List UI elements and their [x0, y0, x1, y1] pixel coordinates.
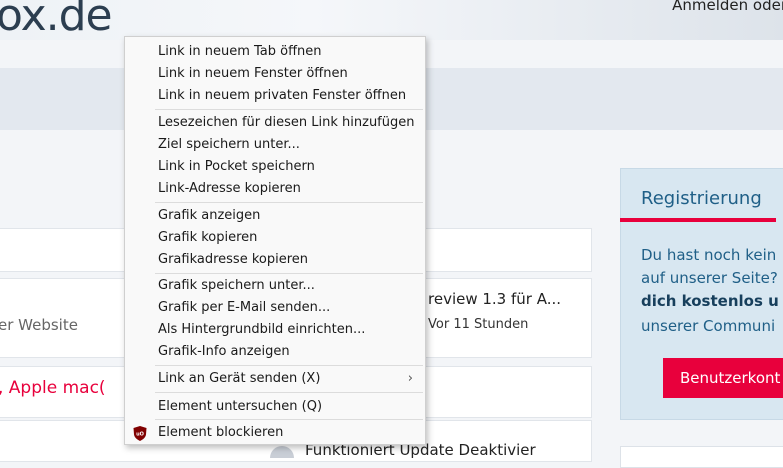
- submenu-arrow-icon: ›: [407, 371, 413, 386]
- menu-item-open-private-window[interactable]: Link in neuem privaten Fenster öffnen: [125, 85, 425, 107]
- menu-item-email-image[interactable]: Grafik per E-Mail senden...: [125, 297, 425, 319]
- menu-separator: [155, 202, 423, 203]
- ublock-origin-icon: uO: [133, 426, 147, 441]
- context-menu: Link in neuem Tab öffnen Link in neuem F…: [124, 36, 426, 445]
- menu-item-copy-image[interactable]: Grafik kopieren: [125, 227, 425, 249]
- site-logo[interactable]: ox.de: [0, 0, 113, 40]
- menu-item-set-as-background[interactable]: Als Hintergrundbild einrichten...: [125, 319, 425, 341]
- thread-timestamp: Vor 11 Stunden: [428, 317, 529, 332]
- title-underline: [620, 218, 776, 222]
- menu-item-label: Grafik kopieren: [158, 230, 258, 245]
- site-header: ox.de Anmelden oder: [0, 0, 783, 40]
- menu-separator: [155, 365, 423, 366]
- create-account-button[interactable]: Benutzerkont: [663, 358, 783, 398]
- menu-item-copy-image-address[interactable]: Grafikadresse kopieren: [125, 249, 425, 271]
- menu-item-label: Als Hintergrundbild einrichten...: [158, 322, 366, 337]
- menu-item-label: Element untersuchen (Q): [158, 399, 323, 414]
- menu-item-label: Grafik anzeigen: [158, 208, 261, 223]
- menu-item-label: Link-Adresse kopieren: [158, 181, 301, 196]
- menu-item-send-to-device[interactable]: Link an Gerät senden (X) ›: [125, 368, 425, 390]
- card-excerpt: er Website: [0, 316, 78, 334]
- registration-title: Registrierung: [641, 188, 762, 209]
- menu-item-bookmark-link[interactable]: Lesezeichen für diesen Link hinzufügen: [125, 112, 425, 134]
- registration-text: Du hast noch kein: [641, 246, 777, 264]
- menu-separator: [155, 392, 423, 393]
- registration-text: unserer Communi: [641, 317, 776, 335]
- menu-item-block-element[interactable]: uO Element blockieren: [125, 422, 425, 444]
- menu-item-label: Grafik-Info anzeigen: [158, 344, 290, 359]
- menu-item-label: Link in neuem Tab öffnen: [158, 44, 322, 59]
- menu-item-save-link-as[interactable]: Ziel speichern unter...: [125, 134, 425, 156]
- menu-item-label: Grafik per E-Mail senden...: [158, 300, 331, 315]
- menu-item-open-new-window[interactable]: Link in neuem Fenster öffnen: [125, 63, 425, 85]
- menu-item-save-to-pocket[interactable]: Link in Pocket speichern: [125, 156, 425, 178]
- registration-text: auf unserer Seite?: [641, 269, 778, 287]
- menu-item-inspect-element[interactable]: Element untersuchen (Q): [125, 396, 425, 418]
- menu-item-save-image-as[interactable]: Grafik speichern unter...: [125, 275, 425, 297]
- menu-item-label: Link an Gerät senden (X): [158, 371, 321, 386]
- headline-link[interactable]: , Apple mac(: [0, 378, 106, 398]
- registration-text: dich kostenlos u: [641, 292, 779, 310]
- thread-title-link[interactable]: review 1.3 für A...: [428, 290, 561, 308]
- menu-item-label: Grafikadresse kopieren: [158, 252, 309, 267]
- menu-item-label: Lesezeichen für diesen Link hinzufügen: [158, 115, 415, 130]
- login-link[interactable]: Anmelden oder: [672, 0, 783, 14]
- menu-separator: [155, 273, 423, 274]
- menu-item-label: Link in neuem Fenster öffnen: [158, 66, 348, 81]
- menu-item-view-image[interactable]: Grafik anzeigen: [125, 205, 425, 227]
- menu-separator: [155, 109, 423, 110]
- menu-item-copy-link[interactable]: Link-Adresse kopieren: [125, 178, 425, 200]
- menu-item-label: Ziel speichern unter...: [158, 137, 300, 152]
- menu-item-image-info[interactable]: Grafik-Info anzeigen: [125, 341, 425, 363]
- menu-separator: [155, 419, 423, 420]
- sidebar-card: [620, 446, 783, 468]
- menu-item-label: Element blockieren: [158, 425, 284, 440]
- menu-item-label: Grafik speichern unter...: [158, 278, 315, 293]
- menu-item-label: Link in neuem privaten Fenster öffnen: [158, 88, 407, 103]
- menu-item-label: Link in Pocket speichern: [158, 159, 315, 174]
- svg-text:uO: uO: [136, 432, 144, 438]
- menu-item-open-new-tab[interactable]: Link in neuem Tab öffnen: [125, 41, 425, 63]
